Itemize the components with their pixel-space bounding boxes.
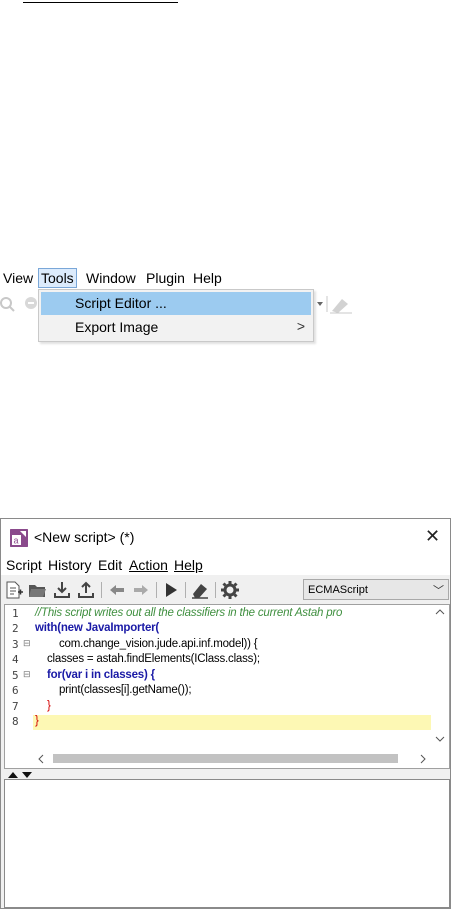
code-line: with(new JavaImporter( — [35, 622, 160, 634]
clear-icon[interactable] — [190, 580, 210, 600]
editor-toolbar: ECMAScript ﹀ — [1, 577, 450, 603]
line-number: 5 — [12, 669, 19, 682]
code-line: } — [35, 715, 39, 727]
undo-icon[interactable] — [107, 580, 127, 600]
zoom-out-icon[interactable] — [25, 297, 37, 309]
dropdown-arrow-icon[interactable] — [317, 302, 323, 306]
editor-menu-bar: Script History Edit Action Help — [1, 555, 450, 575]
scroll-left-icon[interactable] — [37, 754, 45, 764]
tools-dropdown-menu: Script Editor ... Export Image > — [38, 289, 314, 342]
astah-app-icon: a — [10, 529, 28, 547]
line-number: 3 — [12, 638, 19, 651]
chevron-down-icon: ﹀ — [433, 585, 444, 597]
toolbar-partial-right — [317, 296, 352, 314]
scroll-right-icon[interactable] — [419, 754, 427, 764]
window-title: <New script> (*) — [34, 529, 135, 545]
close-icon[interactable]: ✕ — [425, 526, 440, 547]
code-line: classes = astah.findElements(IClass.clas… — [35, 653, 260, 665]
horizontal-scrollbar[interactable] — [33, 750, 431, 767]
menu-help[interactable]: Help — [193, 270, 222, 286]
title-bar: a <New script> (*) ✕ — [1, 519, 450, 555]
open-icon[interactable] — [27, 580, 47, 600]
redo-icon[interactable] — [131, 580, 151, 600]
splitter-arrows-icon[interactable] — [7, 771, 35, 779]
scroll-down-icon[interactable] — [435, 735, 445, 743]
menu-window[interactable]: Window — [86, 270, 136, 286]
menu-item-label: Script Editor ... — [75, 295, 167, 311]
main-menu-bar: View Tools Window Plugin Help — [0, 267, 451, 289]
menu-history[interactable]: History — [48, 557, 92, 573]
toolbar-separator — [101, 582, 102, 598]
menu-script[interactable]: Script — [6, 557, 42, 573]
upload-icon[interactable] — [76, 580, 96, 600]
toolbar-separator — [185, 582, 186, 598]
language-value: ECMAScript — [308, 584, 368, 596]
toolbar-separator — [215, 582, 216, 598]
download-icon[interactable] — [52, 580, 72, 600]
zoom-toolbar-partial — [0, 297, 37, 312]
menu-view[interactable]: View — [3, 270, 33, 286]
run-icon[interactable] — [161, 580, 181, 600]
menu-item-export-image[interactable]: Export Image > — [41, 316, 311, 339]
code-editor[interactable]: 1 2 3 ⊟ 4 5 ⊟ 6 7 8 //This script writes… — [4, 604, 450, 769]
output-pane[interactable] — [4, 779, 450, 908]
fold-icon[interactable]: ⊟ — [23, 669, 31, 680]
top-divider — [23, 2, 178, 3]
scroll-thumb[interactable] — [53, 754, 398, 763]
menu-edit[interactable]: Edit — [98, 557, 122, 573]
line-number: 1 — [12, 607, 19, 620]
menu-help-editor[interactable]: Help — [174, 557, 203, 573]
code-line: print(classes[i].getName()); — [35, 684, 192, 696]
menu-plugin[interactable]: Plugin — [146, 270, 185, 286]
current-line-highlight — [33, 715, 431, 730]
line-number: 6 — [12, 684, 19, 697]
script-editor-window: a <New script> (*) ✕ Script History Edit… — [0, 518, 451, 909]
eraser-icon[interactable] — [330, 299, 352, 314]
svg-text:a: a — [14, 536, 19, 546]
settings-icon[interactable] — [220, 580, 240, 600]
menu-tools[interactable]: Tools — [38, 268, 77, 288]
toolbar-separator — [156, 582, 157, 598]
submenu-arrow-icon: > — [296, 318, 305, 334]
line-number-gutter: 1 2 3 ⊟ 4 5 ⊟ 6 7 8 — [5, 605, 33, 750]
pane-splitter[interactable] — [4, 770, 450, 779]
menu-action[interactable]: Action — [129, 557, 168, 573]
vertical-scrollbar[interactable] — [431, 605, 449, 749]
line-number: 4 — [12, 653, 19, 666]
code-line: //This script writes out all the classif… — [35, 607, 343, 619]
zoom-in-icon[interactable] — [0, 297, 15, 312]
line-number: 8 — [12, 715, 19, 728]
scroll-up-icon[interactable] — [435, 608, 445, 616]
line-number: 2 — [12, 622, 19, 635]
code-line: } — [35, 700, 51, 712]
code-line: com.change_vision.jude.api.inf.model)) { — [35, 638, 258, 650]
menu-item-label: Export Image — [75, 319, 159, 335]
fold-icon[interactable]: ⊟ — [23, 638, 31, 649]
new-script-icon[interactable] — [4, 580, 24, 600]
code-line: for(var i in classes) { — [35, 669, 155, 681]
line-number: 7 — [12, 700, 19, 713]
menu-item-script-editor[interactable]: Script Editor ... — [41, 292, 311, 315]
language-select[interactable]: ECMAScript ﹀ — [303, 579, 449, 600]
